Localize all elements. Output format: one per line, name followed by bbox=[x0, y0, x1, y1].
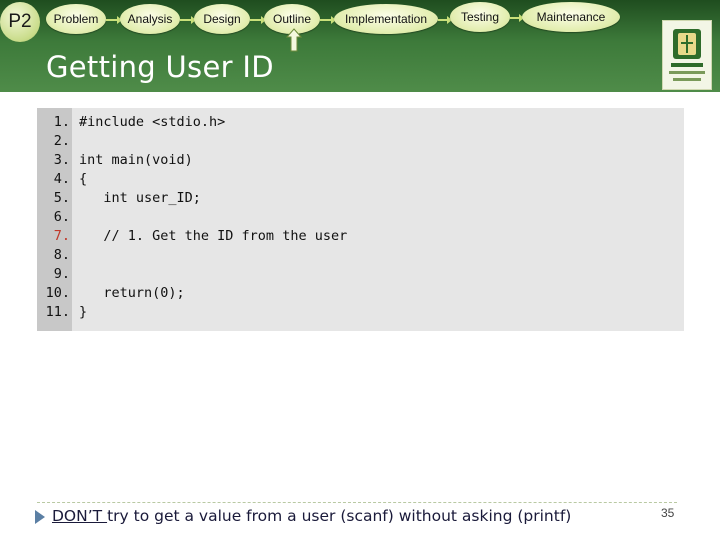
code-line: int main(void) bbox=[79, 152, 193, 168]
step-problem[interactable]: Problem bbox=[46, 4, 106, 34]
section-badge: P2 bbox=[0, 2, 40, 42]
footer-note: DON’T try to get a value from a user (sc… bbox=[52, 507, 571, 525]
code-line: return(0); bbox=[79, 285, 185, 301]
step-arrow-icon bbox=[106, 16, 122, 24]
line-number: 5. bbox=[53, 190, 70, 206]
step-analysis[interactable]: Analysis bbox=[120, 4, 180, 34]
page-title: Getting User ID bbox=[46, 50, 274, 84]
line-number: 9. bbox=[53, 266, 70, 282]
step-maintenance[interactable]: Maintenance bbox=[522, 2, 620, 32]
line-number: 3. bbox=[53, 152, 70, 168]
page-number: 35 bbox=[661, 506, 675, 520]
line-number: 4. bbox=[53, 171, 70, 187]
step-arrow-icon bbox=[320, 16, 336, 24]
code-line: int user_ID; bbox=[79, 190, 201, 206]
step-arrow-icon bbox=[250, 16, 266, 24]
line-number: 11. bbox=[45, 304, 70, 320]
note-text: try to get a value from a user (scanf) w… bbox=[107, 507, 572, 525]
code-line: { bbox=[79, 171, 88, 187]
note-emphasis: DON’T bbox=[52, 507, 108, 525]
footer-divider bbox=[37, 502, 677, 503]
current-step-arrow-icon bbox=[286, 28, 302, 52]
step-implementation[interactable]: Implementation bbox=[334, 4, 438, 34]
line-number: 10. bbox=[45, 285, 70, 301]
university-logo bbox=[662, 20, 712, 90]
code-line: #include <stdio.h> bbox=[79, 114, 226, 130]
step-arrow-icon bbox=[180, 16, 196, 24]
bullet-arrow-icon bbox=[35, 510, 45, 524]
line-number: 6. bbox=[53, 209, 70, 225]
step-testing[interactable]: Testing bbox=[450, 2, 510, 32]
step-arrow-icon bbox=[438, 16, 452, 24]
line-number: 2. bbox=[53, 133, 70, 149]
code-line: } bbox=[79, 304, 88, 320]
line-number: 8. bbox=[53, 247, 70, 263]
step-design[interactable]: Design bbox=[194, 4, 250, 34]
line-number-highlighted: 7. bbox=[53, 228, 70, 244]
line-number: 1. bbox=[53, 114, 70, 130]
code-line-comment: // 1. Get the ID from the user bbox=[79, 228, 348, 244]
step-arrow-icon bbox=[510, 14, 524, 22]
